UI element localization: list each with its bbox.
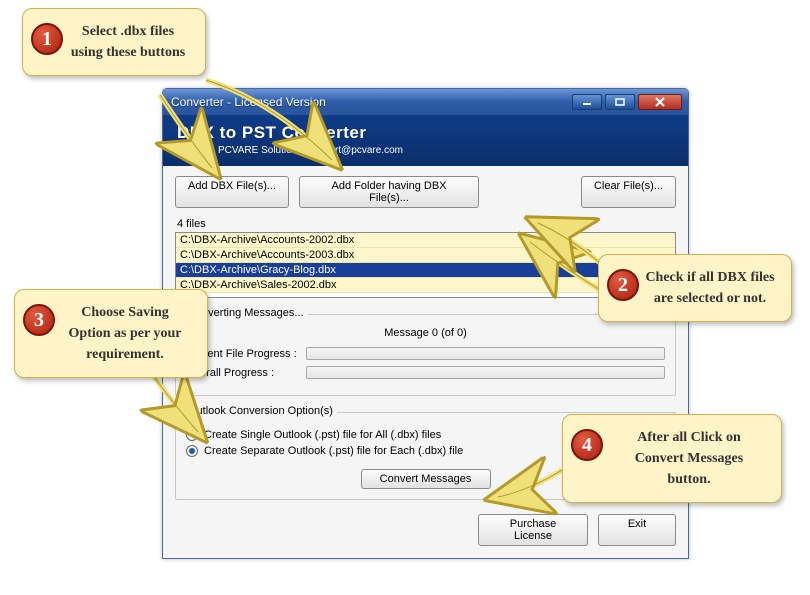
radio-single[interactable] [186,429,198,441]
callout-4: 4 After all Click on Convert Messages bu… [562,414,782,503]
callout-3: 3 Choose Saving Option as per your requi… [14,289,208,378]
exit-button[interactable]: Exit [598,514,676,546]
option-single-label: Create Single Outlook (.pst) file for Al… [204,429,441,441]
radio-separate[interactable] [186,445,198,457]
progress-group: Converting Messages... Message 0 (of 0) … [175,314,676,396]
product-name: DBX to PST Converter [177,123,674,143]
titlebar[interactable]: Converter - Licensed Version [163,89,688,115]
option-separate-label: Create Separate Outlook (.pst) file for … [204,445,463,457]
callout-4-text: After all Click on Convert Messages butt… [635,430,743,487]
convert-messages-button[interactable]: Convert Messages [361,469,491,489]
file-count-label: 4 files [177,218,676,230]
callout-1-text: Select .dbx files using these buttons [71,24,185,60]
maximize-button[interactable] [605,94,635,110]
minimize-button[interactable] [572,94,602,110]
callout-2-text: Check if all DBX files are selected or n… [645,270,774,306]
callout-badge-2: 2 [607,269,639,301]
callout-badge-3: 3 [23,304,55,336]
callout-1: 1 Select .dbx files using these buttons [22,8,206,76]
close-button[interactable] [638,94,682,110]
options-legend: Outlook Conversion Option(s) [184,405,337,417]
copyright-text: (C) 2011 PCVARE Solutions, support@pcvar… [177,145,674,156]
product-banner: DBX to PST Converter (C) 2011 PCVARE Sol… [163,115,688,166]
current-progress-bar [306,347,665,360]
purchase-license-button[interactable]: Purchase License [478,514,588,546]
message-counter: Message 0 (of 0) [186,327,665,339]
clear-files-button[interactable]: Clear File(s)... [581,176,676,208]
callout-badge-1: 1 [31,23,63,55]
overall-progress-bar [306,366,665,379]
callout-badge-4: 4 [571,429,603,461]
add-dbx-file-button[interactable]: Add DBX File(s)... [175,176,289,208]
window-title: Converter - Licensed Version [171,95,569,109]
callout-3-text: Choose Saving Option as per your require… [69,305,182,362]
add-folder-button[interactable]: Add Folder having DBX File(s)... [299,176,479,208]
list-item[interactable]: C:\DBX-Archive\Accounts-2002.dbx [176,233,675,248]
callout-2: 2 Check if all DBX files are selected or… [598,254,792,322]
